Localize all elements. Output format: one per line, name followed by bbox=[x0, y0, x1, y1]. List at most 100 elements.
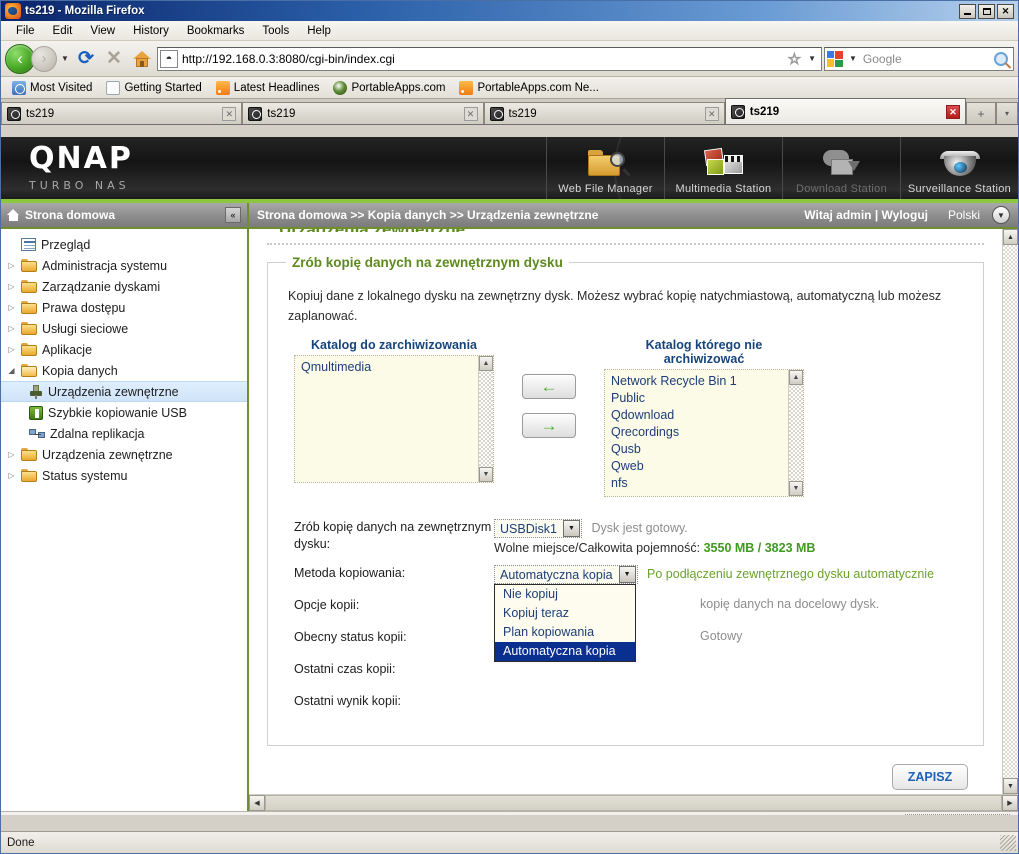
resize-grip[interactable] bbox=[1000, 834, 1016, 851]
bookmark-star-icon[interactable]: ☆ bbox=[787, 50, 801, 68]
backup-folders-listbox[interactable]: Qmultimedia ▲ ▼ bbox=[294, 355, 494, 483]
chevron-down-icon[interactable]: ▼ bbox=[562, 520, 580, 537]
scroll-up-icon[interactable]: ▲ bbox=[479, 356, 493, 371]
search-icon[interactable] bbox=[994, 51, 1008, 66]
sidebar-item-uslugi-sieciowe[interactable]: ▷ Usługi sieciowe bbox=[1, 318, 247, 339]
move-right-button[interactable]: → bbox=[522, 413, 576, 438]
sidebar-item-status-systemu[interactable]: ▷ Status systemu bbox=[1, 465, 247, 486]
url-input[interactable]: http://192.168.0.3:8080/cgi-bin/index.cg… bbox=[182, 52, 784, 66]
nav-history-dropdown[interactable]: ▼ bbox=[59, 54, 71, 63]
chevron-right-icon[interactable]: ▷ bbox=[7, 282, 16, 291]
station-surveillance[interactable]: Surveillance Station bbox=[900, 137, 1018, 199]
tab-close-icon[interactable]: ✕ bbox=[463, 106, 478, 121]
bookmark-latest-headlines[interactable]: Latest Headlines bbox=[209, 80, 327, 95]
scroll-down-icon[interactable]: ▼ bbox=[789, 481, 803, 496]
dropdown-option-plan-kopiowania[interactable]: Plan kopiowania bbox=[495, 623, 635, 642]
chevron-right-icon[interactable]: ▷ bbox=[7, 261, 16, 270]
url-bar[interactable]: ◓ http://192.168.0.3:8080/cgi-bin/index.… bbox=[157, 46, 822, 71]
bookmark-most-visited[interactable]: Most Visited bbox=[5, 80, 99, 95]
tab-close-icon[interactable]: ✕ bbox=[946, 104, 960, 119]
chevron-right-icon[interactable]: ▷ bbox=[7, 471, 16, 480]
bookmark-portableapps[interactable]: PortableApps.com bbox=[326, 80, 452, 95]
scroll-track[interactable] bbox=[1003, 245, 1018, 778]
skin-select[interactable]: QNAP Classic ▼ bbox=[904, 814, 1010, 815]
list-item[interactable]: Qmultimedia bbox=[301, 359, 478, 376]
list-item[interactable]: Qusb bbox=[611, 441, 788, 458]
sidebar-item-zdalna-replikacja[interactable]: Zdalna replikacja bbox=[1, 423, 247, 444]
chevron-right-icon[interactable]: ▷ bbox=[7, 345, 16, 354]
station-multimedia[interactable]: Multimedia Station bbox=[664, 137, 782, 199]
menu-item-bookmarks[interactable]: Bookmarks bbox=[178, 23, 254, 39]
stop-button[interactable]: ✕ bbox=[101, 46, 127, 72]
search-engine-dropdown-icon[interactable]: ▼ bbox=[846, 54, 860, 63]
scroll-down-icon[interactable]: ▼ bbox=[1003, 778, 1018, 794]
browser-tab-1[interactable]: ts219 ✕ bbox=[1, 102, 243, 124]
backup-method-select[interactable]: Automatyczna kopia ▼ bbox=[494, 565, 638, 584]
search-bar[interactable]: ▼ Google bbox=[824, 46, 1014, 71]
station-download[interactable]: Download Station bbox=[782, 137, 900, 199]
page-horizontal-scrollbar[interactable]: ◀ ▶ bbox=[249, 794, 1018, 811]
list-item[interactable]: nfs bbox=[611, 475, 788, 492]
maximize-button[interactable] bbox=[978, 3, 995, 19]
sidebar-item-przeglad[interactable]: Przegląd bbox=[1, 234, 247, 255]
dropdown-option-kopiuj-teraz[interactable]: Kopiuj teraz bbox=[495, 604, 635, 623]
list-item[interactable]: Qdownload bbox=[611, 407, 788, 424]
scroll-right-icon[interactable]: ▶ bbox=[1002, 795, 1018, 811]
list-item[interactable]: Public bbox=[611, 390, 788, 407]
forward-button[interactable]: › bbox=[31, 45, 57, 72]
list-item[interactable]: Qrecordings bbox=[611, 424, 788, 441]
menu-item-tools[interactable]: Tools bbox=[253, 23, 298, 39]
chevron-right-icon[interactable]: ▷ bbox=[7, 450, 16, 459]
sidebar-item-urzadzenia-zewnetrzne[interactable]: ▷ Urządzenia zewnętrzne bbox=[1, 444, 247, 465]
browser-tab-3[interactable]: ts219 ✕ bbox=[483, 102, 725, 124]
menu-item-file[interactable]: File bbox=[7, 23, 44, 39]
site-identity-icon[interactable]: ◓ bbox=[160, 49, 178, 68]
url-dropdown-icon[interactable]: ▼ bbox=[805, 54, 819, 63]
chevron-right-icon[interactable]: ▷ bbox=[7, 324, 16, 333]
bookmark-getting-started[interactable]: Getting Started bbox=[99, 80, 208, 95]
sidebar-item-administracja-systemu[interactable]: ▷ Administracja systemu bbox=[1, 255, 247, 276]
chevron-down-icon[interactable]: ◢ bbox=[7, 366, 16, 375]
sidebar-item-urzadzenia-zewnetrzne-sub[interactable]: Urządzenia zewnętrzne bbox=[1, 381, 247, 402]
sidebar-item-zarzadzanie-dyskami[interactable]: ▷ Zarządzanie dyskami bbox=[1, 276, 247, 297]
list-item[interactable]: Qweb bbox=[611, 458, 788, 475]
menu-item-history[interactable]: History bbox=[124, 23, 178, 39]
menu-item-help[interactable]: Help bbox=[298, 23, 340, 39]
close-button[interactable]: ✕ bbox=[997, 3, 1014, 19]
scroll-thumb[interactable] bbox=[265, 795, 1002, 811]
listbox-scrollbar[interactable]: ▲ ▼ bbox=[788, 370, 803, 496]
scroll-left-icon[interactable]: ◀ bbox=[249, 795, 265, 811]
page-vertical-scrollbar[interactable]: ▲ ▼ bbox=[1002, 229, 1018, 794]
list-item[interactable]: Network Recycle Bin 1 bbox=[611, 373, 788, 390]
home-button[interactable] bbox=[129, 46, 155, 72]
sidebar-item-kopia-danych[interactable]: ◢ Kopia danych bbox=[1, 360, 247, 381]
scroll-up-icon[interactable]: ▲ bbox=[1003, 229, 1018, 245]
browser-tab-2[interactable]: ts219 ✕ bbox=[242, 102, 484, 124]
excluded-folders-listbox[interactable]: Network Recycle Bin 1 Public Qdownload Q… bbox=[604, 369, 804, 497]
listbox-scrollbar[interactable]: ▲ ▼ bbox=[478, 356, 493, 482]
bookmark-portableapps-news[interactable]: PortableApps.com Ne... bbox=[452, 80, 605, 95]
sidebar-collapse-button[interactable]: « bbox=[225, 207, 241, 223]
search-input[interactable]: Google bbox=[863, 52, 991, 66]
scroll-down-icon[interactable]: ▼ bbox=[479, 467, 493, 482]
menu-item-view[interactable]: View bbox=[81, 23, 124, 39]
chevron-down-icon[interactable]: ▼ bbox=[618, 566, 636, 583]
chevron-right-icon[interactable]: ▷ bbox=[7, 303, 16, 312]
language-dropdown-icon[interactable]: ▼ bbox=[992, 206, 1010, 224]
sidebar-item-aplikacje[interactable]: ▷ Aplikacje bbox=[1, 339, 247, 360]
browser-tab-4-active[interactable]: ts219 ✕ bbox=[724, 98, 966, 124]
new-tab-button[interactable]: + bbox=[966, 102, 996, 124]
sidebar-item-prawa-dostepu[interactable]: ▷ Prawa dostępu bbox=[1, 297, 247, 318]
dropdown-option-nie-kopiuj[interactable]: Nie kopiuj bbox=[495, 585, 635, 604]
move-left-button[interactable]: ← bbox=[522, 374, 576, 399]
tab-close-icon[interactable]: ✕ bbox=[222, 106, 237, 121]
target-disk-select[interactable]: USBDisk1 ▼ bbox=[494, 519, 582, 538]
save-button[interactable]: ZAPISZ bbox=[892, 764, 968, 790]
dropdown-option-automatyczna-kopia[interactable]: Automatyczna kopia bbox=[495, 642, 635, 661]
scroll-up-icon[interactable]: ▲ bbox=[789, 370, 803, 385]
backup-method-dropdown-list[interactable]: Nie kopiuj Kopiuj teraz Plan kopiowania … bbox=[494, 584, 636, 662]
tab-list-button[interactable]: ▾ bbox=[996, 102, 1018, 124]
reload-button[interactable]: ⟳ bbox=[73, 46, 99, 72]
minimize-button[interactable] bbox=[959, 3, 976, 19]
sidebar-item-szybkie-kopiowanie-usb[interactable]: Szybkie kopiowanie USB bbox=[1, 402, 247, 423]
